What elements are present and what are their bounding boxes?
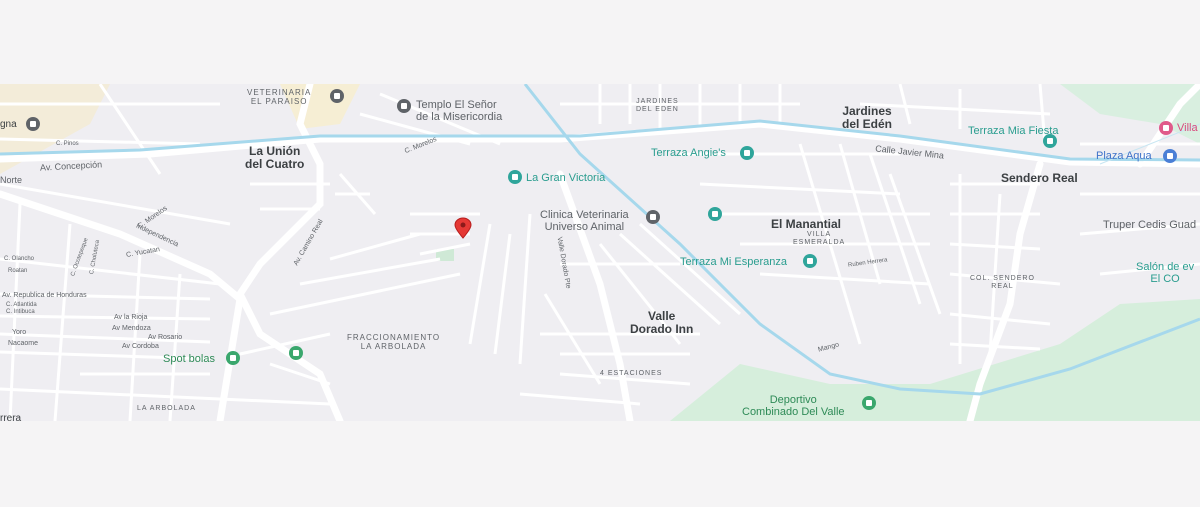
street-label: C. Intibuca [6, 309, 35, 315]
park-icon[interactable] [862, 396, 876, 410]
park-icon[interactable] [289, 346, 303, 360]
neighborhood-label: VILLA ESMERALDA [793, 231, 846, 246]
street-label: C. Pinos [56, 141, 79, 147]
park-icon[interactable] [226, 351, 240, 365]
poi-templo[interactable]: Templo El Señor de la Misericordia [416, 99, 502, 123]
place-label-jardines: Jardines del Edén [842, 104, 893, 132]
street-label: Av Cordoba [122, 343, 159, 350]
street-label: C. Olancho [4, 256, 35, 262]
shopping-icon[interactable] [1163, 149, 1177, 163]
street-label: Av Rosario [148, 334, 183, 341]
neighborhood-label: COL. SENDERO REAL [970, 275, 1035, 290]
event-venue-icon[interactable] [1043, 134, 1057, 148]
neighborhood-label: JARDINES DEL EDEN [636, 98, 679, 113]
street-label: Av la Rioja [114, 314, 148, 321]
place-label-la-union: La Unión del Cuatro [245, 144, 305, 172]
veterinary-icon[interactable] [646, 210, 660, 224]
poi-truper[interactable]: Truper Cedis Guad [1103, 219, 1196, 231]
event-venue-icon[interactable] [508, 170, 522, 184]
poi-terraza-esperanza[interactable]: Terraza Mi Esperanza [680, 256, 787, 268]
event-venue-icon[interactable] [740, 146, 754, 160]
place-label-sendero-real: Sendero Real [1001, 171, 1078, 185]
street-label: Nacaome [8, 340, 38, 347]
place-pin-icon[interactable] [26, 117, 40, 131]
poi-deportivo[interactable]: Deportivo Combinado Del Valle [742, 394, 845, 418]
neighborhood-label: FRACCIONAMIENTO LA ARBOLADA [347, 333, 441, 351]
poi-terraza-angie[interactable]: Terraza Angie's [651, 147, 726, 159]
street-label: Yoro [12, 329, 27, 336]
poi-salon[interactable]: Salón de ev El CO [1136, 261, 1194, 285]
street-label: Norte [0, 175, 23, 185]
map-view[interactable]: La Unión del Cuatro Jardines del Edén Se… [0, 84, 1200, 421]
neighborhood-label: LA ARBOLADA [137, 405, 196, 412]
street-label: Av Mendoza [112, 325, 151, 332]
place-label-valle-dorado: Valle Dorado Inn [630, 309, 694, 337]
street-label: gna [0, 119, 17, 130]
poi-plaza-aqua[interactable]: Plaza Aqua [1096, 150, 1152, 162]
poi-villa[interactable]: Villa [1177, 122, 1198, 134]
street-label: Av. Republica de Honduras [2, 292, 87, 299]
location-marker-icon[interactable] [452, 217, 474, 239]
neighborhood-label: 4 ESTACIONES [600, 370, 663, 377]
poi-clinica[interactable]: Clinica Veterinaria Universo Animal [540, 209, 629, 233]
church-icon[interactable] [397, 99, 411, 113]
event-venue-icon[interactable] [803, 254, 817, 268]
poi-gran-victoria[interactable]: La Gran Victoria [526, 172, 605, 184]
hotel-icon[interactable] [1159, 121, 1173, 135]
street-label: C. Atlantida [6, 302, 37, 308]
place-pin-icon[interactable] [330, 89, 344, 103]
place-label-el-manantial: El Manantial [771, 217, 842, 231]
street-label: rrera [0, 413, 22, 421]
neighborhood-label: VETERINARIA EL PARAISO [247, 88, 312, 106]
park-area [1060, 84, 1200, 144]
street-label: Roatan [8, 268, 28, 274]
poi-spot-bolas[interactable]: Spot bolas [163, 353, 215, 365]
event-venue-icon[interactable] [708, 207, 722, 221]
